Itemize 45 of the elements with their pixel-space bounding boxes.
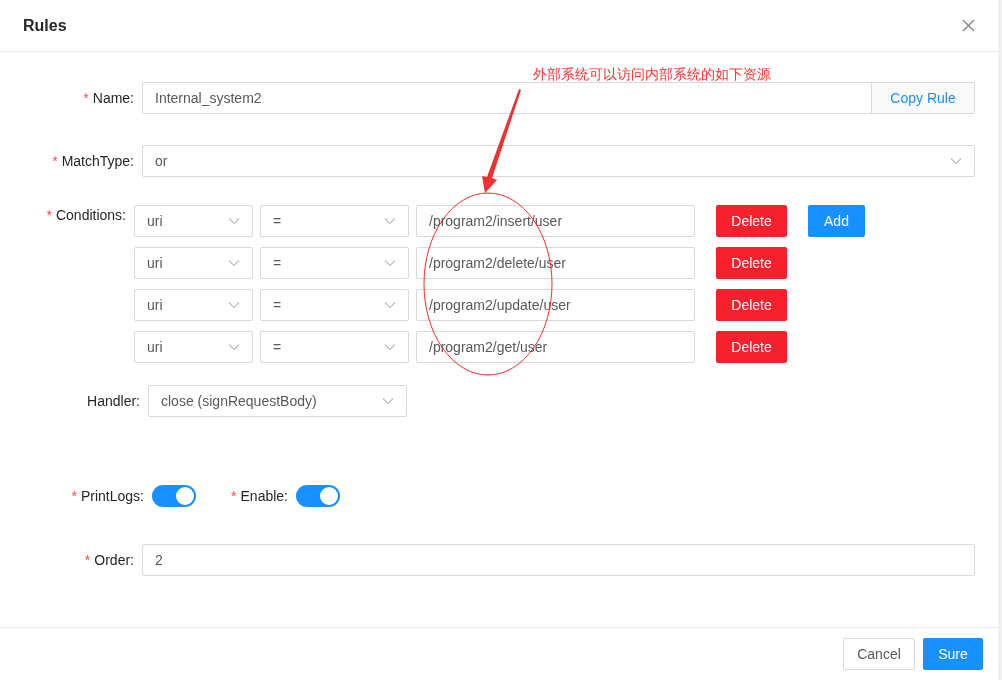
operator-select[interactable]: = xyxy=(260,247,409,279)
required-mark: * xyxy=(71,486,77,506)
required-mark: * xyxy=(52,151,58,171)
field-label: Order: xyxy=(94,550,134,570)
delete-button[interactable]: Delete xyxy=(716,331,787,363)
field-select[interactable]: uri xyxy=(134,331,253,363)
chevron-down-icon xyxy=(384,343,396,351)
field-label: Name: xyxy=(92,88,134,108)
field-label: PrintLogs: xyxy=(80,486,144,506)
handler-select[interactable]: close (signRequestBody) xyxy=(148,385,407,417)
chevron-down-icon xyxy=(228,259,240,267)
delete-button[interactable]: Delete xyxy=(716,205,787,237)
annotation-text: 外部系统可以访问内部系统的如下资源 xyxy=(533,65,771,84)
required-mark: * xyxy=(46,206,52,225)
chevron-down-icon xyxy=(382,397,394,405)
operator-select[interactable]: = xyxy=(260,289,409,321)
field-label: Enable: xyxy=(240,486,288,506)
operator-select[interactable]: = xyxy=(260,331,409,363)
field-select[interactable]: uri xyxy=(134,289,253,321)
field-select[interactable]: uri xyxy=(134,205,253,237)
match-type-select[interactable]: or xyxy=(142,145,975,177)
chevron-down-icon xyxy=(228,217,240,225)
required-mark: * xyxy=(83,88,89,108)
operator-select[interactable]: = xyxy=(260,205,409,237)
chevron-down-icon xyxy=(228,301,240,309)
name-input[interactable]: Internal_system2 xyxy=(142,82,872,114)
delete-button[interactable]: Delete xyxy=(716,289,787,321)
order-input[interactable]: 2 xyxy=(142,544,975,576)
required-mark: * xyxy=(231,486,237,506)
field-label: MatchType: xyxy=(61,151,134,171)
cancel-button[interactable]: Cancel xyxy=(843,638,915,670)
chevron-down-icon xyxy=(384,259,396,267)
chevron-down-icon xyxy=(228,343,240,351)
toggle-switch[interactable] xyxy=(296,485,340,507)
chevron-down-icon xyxy=(384,217,396,225)
toggle-switch[interactable] xyxy=(152,485,196,507)
field-label: Handler: xyxy=(87,391,140,411)
chevron-down-icon xyxy=(384,301,396,309)
field-label: Conditions: xyxy=(55,206,126,225)
dialog-title: Rules xyxy=(23,15,67,36)
close-icon[interactable] xyxy=(962,19,975,32)
delete-button[interactable]: Delete xyxy=(716,247,787,279)
field-select[interactable]: uri xyxy=(134,247,253,279)
chevron-down-icon xyxy=(950,157,962,165)
required-mark: * xyxy=(84,550,91,570)
